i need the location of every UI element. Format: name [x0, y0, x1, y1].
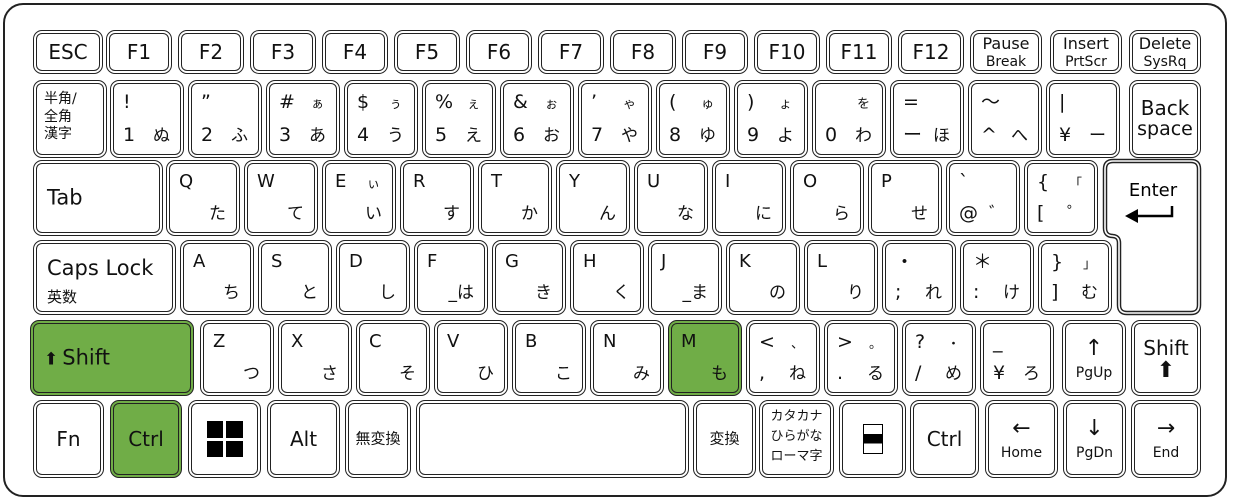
enter-label: Enter: [1129, 180, 1178, 201]
enter-key[interactable]: Enter: [0, 0, 1233, 504]
